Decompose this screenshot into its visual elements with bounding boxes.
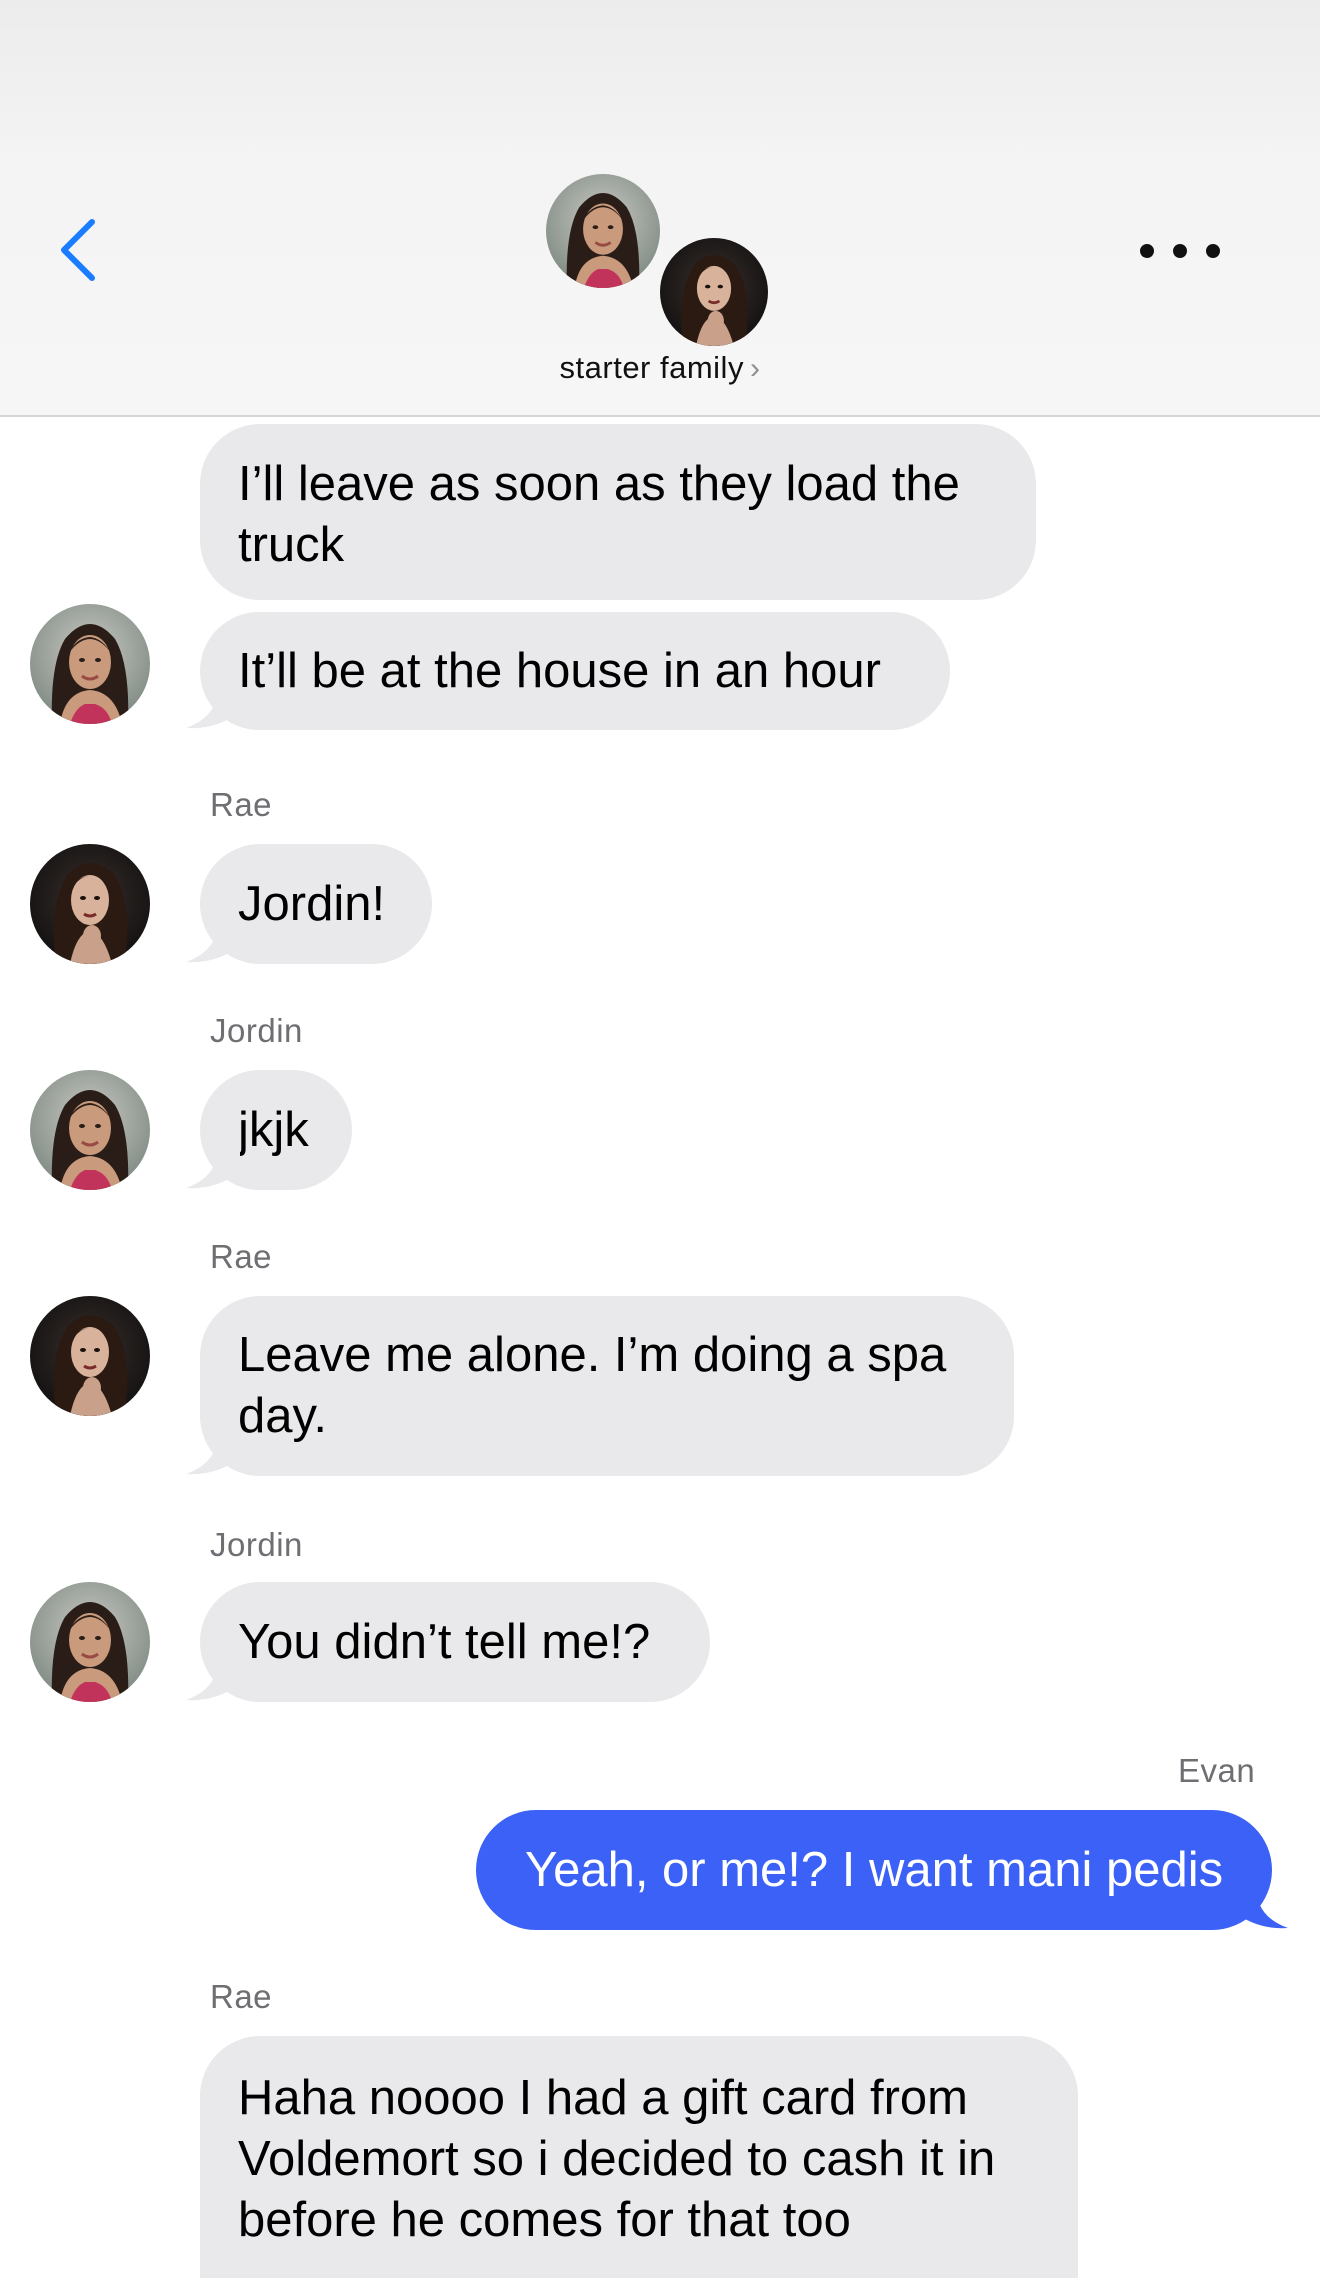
message-bubble-outgoing[interactable]: Yeah, or me!? I want mani pedis xyxy=(476,1810,1272,1930)
bubble-tail xyxy=(186,682,240,729)
bubble-tail xyxy=(186,1654,240,1701)
avatar[interactable] xyxy=(30,844,150,964)
message-bubble[interactable]: It’ll be at the house in an hour xyxy=(200,612,950,730)
message-text: You didn’t tell me!? xyxy=(238,1614,651,1669)
bubble-tail xyxy=(1234,1882,1288,1929)
more-options-button[interactable] xyxy=(1140,228,1220,274)
sender-name: Rae xyxy=(210,1238,273,1275)
group-name: starter family xyxy=(559,350,744,385)
ellipsis-icon xyxy=(1140,244,1154,258)
message-bubble[interactable]: I’ll leave as soon as they load the truc… xyxy=(200,424,1036,600)
message-text-line: before he comes for that too xyxy=(238,2193,851,2247)
sender-name: Jordin xyxy=(210,1012,303,1049)
avatar-rae xyxy=(660,238,768,346)
message-text-line: Leave me alone. I’m doing a spa xyxy=(238,1328,947,1382)
bubble-tail xyxy=(186,1142,240,1189)
message-text-line: Voldemort so i decided to cash it in xyxy=(238,2132,996,2186)
chevron-left-icon xyxy=(61,219,95,281)
message-text: jkjk xyxy=(238,1102,309,1157)
chevron-right-icon: › xyxy=(749,352,761,385)
message-text-line: truck xyxy=(238,518,345,572)
message-text-line: I’ll leave as soon as they load the xyxy=(238,457,960,511)
sender-name: Rae xyxy=(210,786,273,823)
sender-name: Rae xyxy=(210,1978,273,2015)
message-text-line: Haha noooo I had a gift card from xyxy=(238,2071,968,2125)
message-text-line: day. xyxy=(238,1389,327,1443)
back-button[interactable] xyxy=(52,214,108,286)
message-text: Jordin! xyxy=(238,876,386,931)
bubble-tail xyxy=(186,916,240,963)
message-bubble[interactable]: You didn’t tell me!? xyxy=(200,1582,710,1702)
avatar[interactable] xyxy=(30,1582,150,1702)
message-bubble[interactable]: Haha noooo I had a gift card from Voldem… xyxy=(200,2036,1078,2278)
group-name-button[interactable]: starter family › xyxy=(0,350,1320,386)
message-text: Yeah, or me!? I want mani pedis xyxy=(524,1842,1224,1897)
avatar[interactable] xyxy=(30,1070,150,1190)
avatar-jordin xyxy=(546,174,660,288)
sender-name: Evan xyxy=(1178,1752,1256,1789)
sender-name: Jordin xyxy=(210,1526,303,1563)
message-text: It’ll be at the house in an hour xyxy=(238,643,881,698)
avatar[interactable] xyxy=(30,604,150,724)
avatar[interactable] xyxy=(30,1296,150,1416)
bubble-tail xyxy=(186,1428,240,1475)
conversation-header: starter family › xyxy=(0,0,1320,417)
message-bubble[interactable]: Leave me alone. I’m doing a spa day. xyxy=(200,1296,1014,1476)
